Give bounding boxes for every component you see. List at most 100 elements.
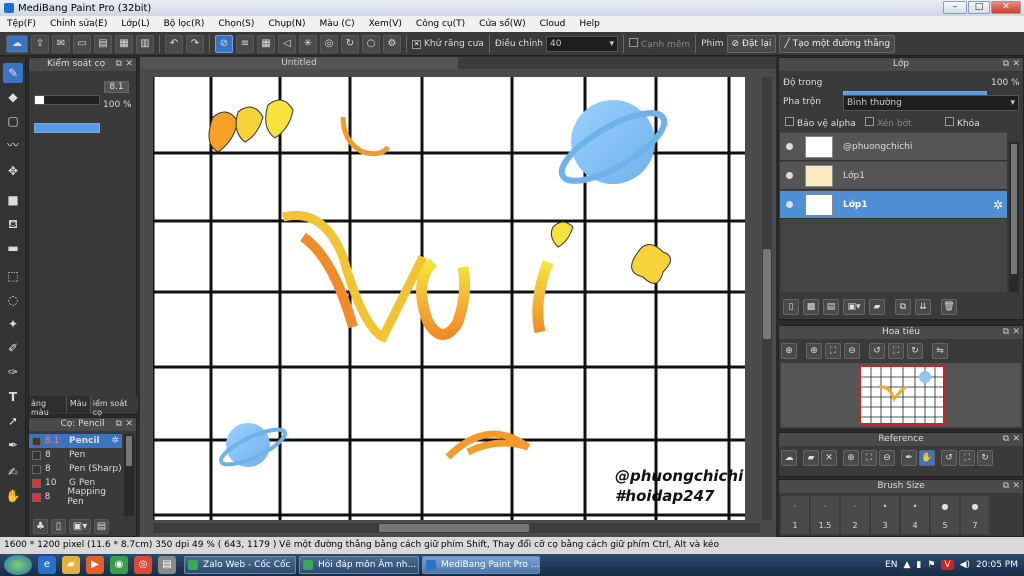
gear-icon[interactable]: ✲ <box>993 198 1003 212</box>
volume-icon[interactable]: ◀) <box>960 560 970 570</box>
shape-fill-tool-icon[interactable]: ■ <box>3 190 23 210</box>
lock-checkbox[interactable]: Khóa <box>945 117 980 129</box>
new-8bit-layer-icon[interactable]: ▤ <box>823 299 839 315</box>
reset-button[interactable]: ⊘ Đặt lại <box>726 34 777 53</box>
popout-icon[interactable]: ⧉ <box>116 58 122 71</box>
pen-tool-icon[interactable]: ✍ <box>3 462 23 482</box>
comment-icon[interactable]: ✉ <box>52 34 70 53</box>
eye-icon[interactable] <box>786 143 793 150</box>
zoom-in-icon[interactable]: ⊕ <box>781 343 797 359</box>
eye-icon[interactable] <box>786 201 793 208</box>
close-button[interactable]: ✕ <box>991 1 1021 14</box>
fit-window-icon[interactable]: ⛶ <box>888 343 904 359</box>
gradient-tool-icon[interactable]: ▬ <box>3 238 23 258</box>
curve-snap-icon[interactable]: ↻ <box>341 34 359 53</box>
eye-icon[interactable] <box>786 172 793 179</box>
popout-icon[interactable]: ⧉ <box>1003 433 1009 446</box>
brush-settings-icon[interactable]: ▤ <box>94 518 109 534</box>
dropper-tool-icon[interactable]: ✒ <box>3 435 23 455</box>
media-player-icon[interactable]: ▶ <box>86 556 104 574</box>
zoom-in-icon[interactable]: ⊕ <box>843 450 859 466</box>
rotate-right-icon[interactable]: ↻ <box>977 450 993 466</box>
circle-snap-icon[interactable]: ○ <box>362 34 380 53</box>
bucket-tool-icon[interactable]: ⛾ <box>3 214 23 234</box>
brush-list-scrollbar[interactable] <box>124 434 134 516</box>
chrome-icon[interactable]: ◎ <box>134 556 152 574</box>
dot-tool-icon[interactable]: ▢ <box>3 111 23 131</box>
explorer-icon[interactable]: ▰ <box>62 556 80 574</box>
undo-icon[interactable]: ↶ <box>165 34 183 53</box>
zoom-out-icon[interactable]: ⊖ <box>844 343 860 359</box>
gear-icon[interactable]: ✲ <box>111 436 119 446</box>
clipping-checkbox[interactable]: Xén bớt <box>865 117 912 129</box>
brush-size-cell[interactable]: · 1.5 <box>811 496 839 534</box>
canvas-vscrollbar[interactable] <box>762 77 772 520</box>
move-tool-icon[interactable]: ✥ <box>3 161 23 181</box>
brush-size-cell[interactable]: · 2 <box>841 496 869 534</box>
start-button-icon[interactable] <box>4 555 32 575</box>
layer-row[interactable]: @phuongchichi <box>780 133 1007 161</box>
close-icon[interactable]: ✕ <box>1012 480 1020 493</box>
brush-size-cell[interactable]: · 1 <box>781 496 809 534</box>
redo-icon[interactable]: ↷ <box>186 34 204 53</box>
popout-icon[interactable]: ⧉ <box>1003 326 1009 339</box>
close-icon[interactable]: ✕ <box>1012 433 1020 446</box>
add-layer-menu-icon[interactable]: ▣▾ <box>843 299 865 315</box>
brush-opacity-slider[interactable] <box>34 123 100 133</box>
tab-palette[interactable]: ảng màu <box>29 396 67 417</box>
maximize-button[interactable]: □ <box>968 1 990 14</box>
zoom-in-alt-icon[interactable]: ⊕ <box>806 343 822 359</box>
menu-color[interactable]: Màu (C) <box>313 19 362 29</box>
new-layer-icon[interactable]: ▯ <box>783 299 799 315</box>
brush-item-pencil[interactable]: 8.1 Pencil ✲ <box>29 434 122 448</box>
fill-icon[interactable]: ▥ <box>136 34 154 53</box>
concentric-snap-icon[interactable]: ◎ <box>320 34 338 53</box>
new-brush-icon[interactable]: ▯ <box>51 518 66 534</box>
brush-size-cell[interactable]: ● 7 <box>961 496 989 534</box>
hand-icon[interactable]: ✋ <box>919 450 935 466</box>
antivirus-icon[interactable]: V <box>941 560 954 570</box>
folder-icon[interactable]: ▰ <box>869 299 885 315</box>
close-icon[interactable]: ✕ <box>125 58 133 71</box>
settings-snap-icon[interactable]: ⚙ <box>383 34 401 53</box>
share-icon[interactable]: ⇪ <box>31 34 49 53</box>
close-reference-icon[interactable]: ✕ <box>821 450 837 466</box>
soft-edge-checkbox[interactable]: Cạnh mềm <box>628 37 690 50</box>
menu-edit[interactable]: Chỉnh sửa(E) <box>43 19 114 29</box>
menu-snap[interactable]: Chụp(N) <box>261 19 312 29</box>
scroll-thumb[interactable] <box>126 436 132 466</box>
rotate-right-icon[interactable]: ↻ <box>907 343 923 359</box>
lasso-tool-icon[interactable]: ◌ <box>3 290 23 310</box>
dropper-icon[interactable]: ✒ <box>901 450 917 466</box>
new-halftone-layer-icon[interactable]: ▩ <box>803 299 819 315</box>
brush-size-cell[interactable]: ● 5 <box>931 496 959 534</box>
brush-size-value[interactable]: 8.1 <box>104 81 129 93</box>
antialias-checkbox[interactable]: ✕ Khử răng cưa <box>412 39 484 49</box>
ie-icon[interactable]: e <box>38 556 56 574</box>
text-tool-icon[interactable]: T <box>3 387 23 407</box>
menu-tools[interactable]: Công cụ(T) <box>409 19 472 29</box>
menu-select[interactable]: Chọn(S) <box>211 19 261 29</box>
layer-row[interactable]: Lớp1 ✲ <box>780 191 1007 219</box>
eraser-tool-icon[interactable]: ◆ <box>3 87 23 107</box>
scroll-thumb[interactable] <box>763 249 771 339</box>
fit-window-icon[interactable]: ⛶ <box>959 450 975 466</box>
menu-filter[interactable]: Bộ lọc(R) <box>157 19 212 29</box>
minimize-button[interactable]: – <box>943 1 967 14</box>
menu-layer[interactable]: Lớp(L) <box>114 19 156 29</box>
brush-tool-icon[interactable]: ✎ <box>3 63 23 83</box>
close-icon[interactable]: ✕ <box>125 418 133 431</box>
hand-tool-icon[interactable]: ✋ <box>3 486 23 506</box>
blur-tool-icon[interactable]: 〰 <box>3 135 23 155</box>
zoom-out-icon[interactable]: ⊖ <box>879 450 895 466</box>
adjust-dropdown[interactable]: 40 ▾ <box>545 35 618 52</box>
parallel-snap-icon[interactable]: ≡ <box>236 34 254 53</box>
fit-icon[interactable]: ⛶ <box>861 450 877 466</box>
cloud-icon[interactable]: ☁ <box>6 34 28 53</box>
merge-layer-icon[interactable]: ⇊ <box>915 299 931 315</box>
brush-size-cell[interactable]: • 3 <box>871 496 899 534</box>
menu-help[interactable]: Help <box>572 19 607 29</box>
tray-icon[interactable]: ▲ <box>903 560 910 570</box>
cross-snap-icon[interactable]: ▦ <box>257 34 275 53</box>
duplicate-layer-icon[interactable]: ⧉ <box>895 299 911 315</box>
